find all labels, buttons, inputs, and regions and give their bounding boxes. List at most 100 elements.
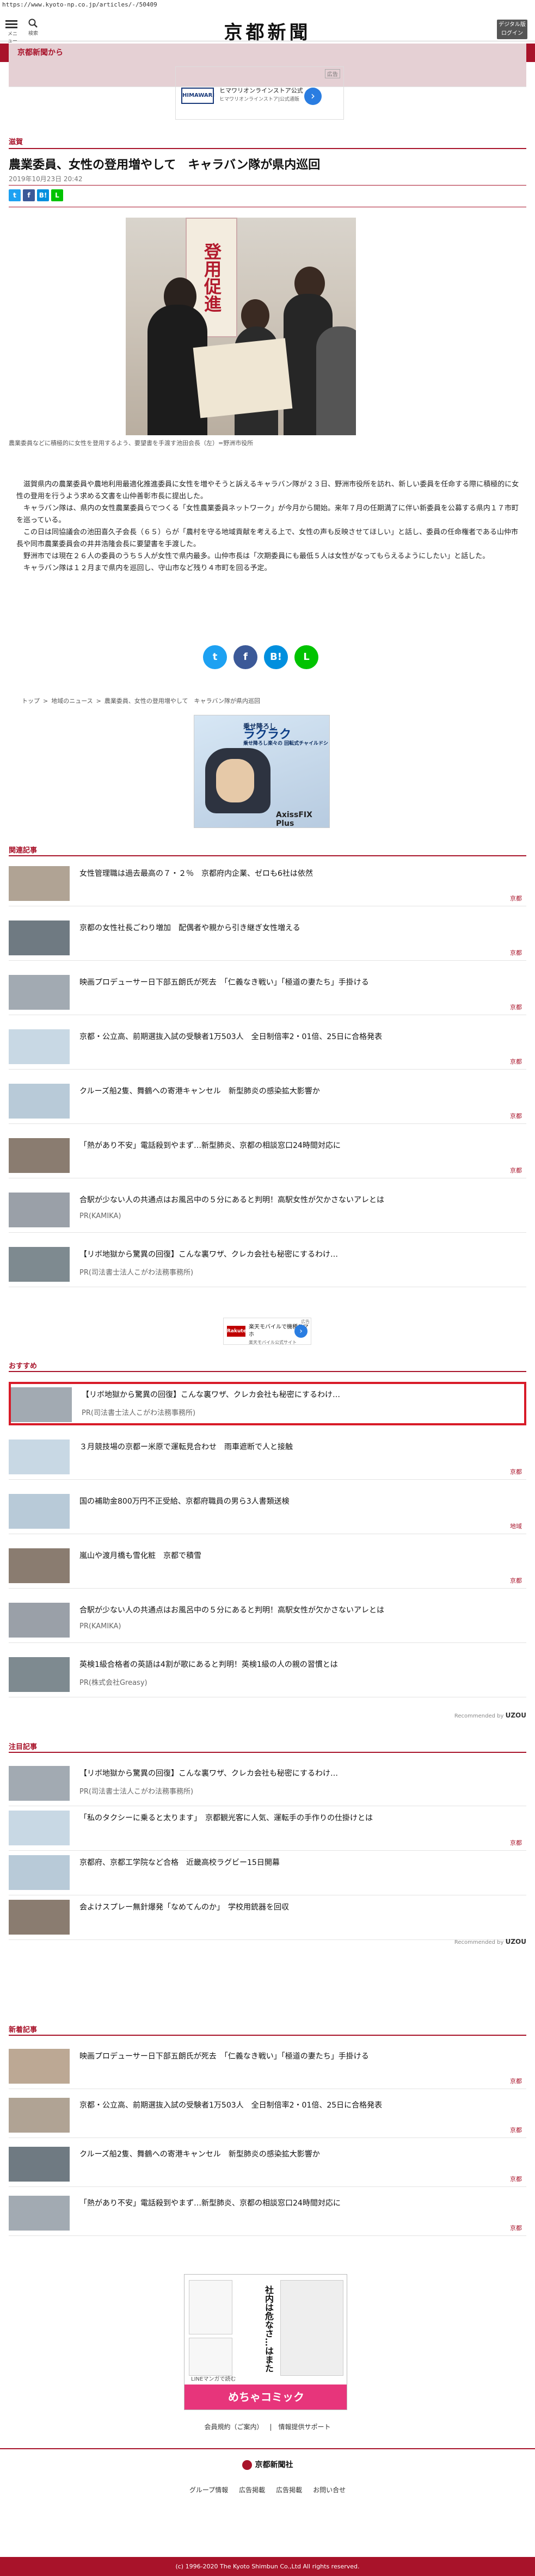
list-item[interactable]: 嵐山や渡月橋も雪化粧 京都で積雪京都	[9, 1545, 526, 1589]
thumbnail[interactable]	[9, 1900, 70, 1935]
item-title[interactable]: 「熱があり不安」電話殺到やまず…新型肺炎、京都の相談窓口24時間対応に	[79, 2198, 515, 2209]
region-tag[interactable]: 京都	[510, 1057, 522, 1066]
breadcrumb-item[interactable]: 地域のニュース	[51, 697, 93, 705]
bottom-link[interactable]: 会員規約（ご案内）	[204, 2422, 263, 2431]
thumbnail[interactable]	[9, 975, 70, 1010]
article-category[interactable]: 滋賀	[9, 136, 23, 146]
bottom-link[interactable]: 情報提供サポート	[279, 2422, 331, 2431]
list-item[interactable]: クルーズ船2隻、舞鶴への寄港キャンセル 新型肺炎の感染拡大影響か京都	[9, 1080, 526, 1124]
list-item[interactable]: 「熱があり不安」電話殺到やまず…新型肺炎、京都の相談窓口24時間対応に京都	[9, 2192, 526, 2236]
list-item[interactable]: 女性管理職は過去最高の７・２％ 京都府内企業、ゼロも6社は依然 京都	[9, 863, 526, 906]
thumbnail[interactable]	[9, 1138, 70, 1173]
twitter-icon[interactable]: t	[9, 189, 21, 201]
item-title[interactable]: 映画プロデューサー日下部五朗氏が死去 「仁義なき戦い」「極道の妻たち」手掛ける	[79, 977, 515, 988]
footer-link[interactable]: 広告掲載	[239, 2486, 265, 2494]
thumbnail[interactable]	[9, 1247, 70, 1282]
list-item[interactable]: 合駅が少ない人の共通点はお風呂中の５分にあると判明！高駅女性が欠かさないアレとは…	[9, 1599, 526, 1643]
region-tag[interactable]: 京都	[510, 948, 522, 957]
thumbnail[interactable]	[9, 1657, 70, 1692]
item-title[interactable]: 映画プロデューサー日下部五朗氏が死去 「仁義なき戦い」「極道の妻たち」手掛ける	[79, 2051, 515, 2062]
hatena-icon[interactable]: B!	[264, 645, 288, 669]
item-title[interactable]: 会よけスプレー無針爆発「なめてんのか」 学校用銃器を回収	[79, 1902, 515, 1913]
thumbnail[interactable]	[9, 921, 70, 955]
item-title[interactable]: 【リボ地獄から驚異の回復】こんな裏ワザ、クレカ会社も秘密にするわけ…	[79, 1249, 515, 1260]
item-title[interactable]: 国の補助金800万円不正受給、京都府職員の男ら3人書類送検	[79, 1496, 515, 1507]
list-item[interactable]: 京都・公立高、前期選抜入試の受験者1万503人 全日制倍率2・01倍、25日に合…	[9, 2095, 526, 2138]
thumbnail[interactable]	[9, 866, 70, 901]
ad-banner-bottom[interactable]: 社内は危なさ…はまた LINEマンガで読む めちゃコミック	[184, 2274, 347, 2410]
thumbnail[interactable]	[9, 1855, 70, 1890]
thumbnail[interactable]	[9, 1193, 70, 1227]
list-item[interactable]: 映画プロデューサー日下部五朗氏が死去 「仁義なき戦い」「極道の妻たち」手掛ける京…	[9, 2046, 526, 2089]
region-tag[interactable]: 京都	[510, 1576, 522, 1585]
list-item[interactable]: ３月競技場の京都ー米原で運転見合わせ 雨車遮断で人と接触京都	[9, 1436, 526, 1480]
line-icon[interactable]: L	[51, 189, 63, 201]
region-tag[interactable]: 京都	[510, 2175, 522, 2183]
item-title[interactable]: 「熱があり不安」電話殺到やまず…新型肺炎、京都の相談窓口24時間対応に	[79, 1140, 515, 1151]
ad-banner-mid[interactable]: 乗せ降ろし ラクラク 乗せ降ろし楽々の 回転式チャイルドシート AxissFIX…	[194, 715, 330, 828]
list-item[interactable]: 京都府、京都工学院など合格 近畿高校ラグビー15日開幕	[9, 1852, 526, 1895]
region-tag[interactable]: 京都	[510, 2077, 522, 2085]
item-title[interactable]: 京都・公立高、前期選抜入試の受験者1万503人 全日制倍率2・01倍、25日に合…	[79, 2100, 515, 2111]
line-icon[interactable]: L	[294, 645, 318, 669]
item-title[interactable]: 京都の女性社長ごわり増加 配偶者や親から引き継ぎ女性増える	[79, 923, 515, 934]
thumbnail[interactable]	[9, 1811, 70, 1845]
thumbnail[interactable]	[9, 1494, 70, 1529]
item-title[interactable]: 合駅が少ない人の共通点はお風呂中の５分にあると判明！高駅女性が欠かさないアレとは	[79, 1605, 515, 1616]
region-tag[interactable]: 京都	[510, 894, 522, 903]
thumbnail[interactable]	[9, 1084, 70, 1119]
thumbnail[interactable]	[9, 2196, 70, 2231]
region-tag[interactable]: 京都	[510, 1166, 522, 1175]
region-tag[interactable]: 京都	[510, 2126, 522, 2134]
list-item[interactable]: 京都・公立高、前期選抜入試の受験者1万503人 全日制倍率2・01倍、25日に合…	[9, 1026, 526, 1070]
region-tag[interactable]: 京都	[510, 1003, 522, 1011]
item-title[interactable]: 「私のタクシーに乗ると太ります」 京都観光客に人気、運転手の手作りの仕掛けとは	[79, 1813, 515, 1824]
list-item[interactable]: 会よけスプレー無針爆発「なめてんのか」 学校用銃器を回収	[9, 1897, 526, 1940]
list-item[interactable]: 「熱があり不安」電話殺到やまず…新型肺炎、京都の相談窓口24時間対応に京都	[9, 1135, 526, 1178]
ad-banner-top[interactable]: 広告 HIMAWARI ヒマワリオンラインストア公式 ヒマワリオンラインストア|…	[175, 66, 344, 120]
item-title[interactable]: 【リボ地獄から驚異の回復】こんな裏ワザ、クレカ会社も秘密にするわけ…	[82, 1389, 517, 1400]
footer-link[interactable]: グループ情報	[189, 2486, 228, 2494]
thumbnail[interactable]	[9, 1766, 70, 1801]
list-item[interactable]: 「私のタクシーに乗ると太ります」 京都観光客に人気、運転手の手作りの仕掛けとは京…	[9, 1807, 526, 1851]
item-title[interactable]: 【リボ地獄から驚異の回復】こんな裏ワザ、クレカ会社も秘密にするわけ…	[79, 1768, 515, 1779]
thumbnail[interactable]	[9, 1603, 70, 1638]
item-title[interactable]: 英検1級合格者の英語は4割が歌にあると判明！英検1級の人の親の習慣とは	[79, 1659, 515, 1670]
thumbnail[interactable]	[9, 1440, 70, 1474]
region-tag[interactable]: 京都	[510, 1838, 522, 1847]
list-item[interactable]: 京都の女性社長ごわり増加 配偶者や親から引き継ぎ女性増える京都	[9, 917, 526, 961]
list-item[interactable]: 英検1級合格者の英語は4割が歌にあると判明！英検1級の人の親の習慣とは PR(株式…	[9, 1654, 526, 1697]
list-item[interactable]: 国の補助金800万円不正受給、京都府職員の男ら3人書類送検地域	[9, 1491, 526, 1534]
list-item[interactable]: 【リボ地獄から驚異の回復】こんな裏ワザ、クレカ会社も秘密にするわけ… PR(司法書…	[9, 1382, 526, 1425]
footer-link[interactable]: 広告掲載	[276, 2486, 302, 2494]
item-title[interactable]: 京都府、京都工学院など合格 近畿高校ラグビー15日開幕	[79, 1857, 515, 1868]
region-tag[interactable]: 京都	[510, 1111, 522, 1120]
twitter-icon[interactable]: t	[203, 645, 227, 669]
item-title[interactable]: 京都・公立高、前期選抜入試の受験者1万503人 全日制倍率2・01倍、25日に合…	[79, 1031, 515, 1042]
footer-logo[interactable]: 京都新聞社	[0, 2459, 535, 2470]
breadcrumb-item[interactable]: 農業委員、女性の登用増やして キャラバン隊が県内巡回	[104, 697, 260, 705]
hatena-icon[interactable]: B!	[37, 189, 49, 201]
item-title[interactable]: 嵐山や渡月橋も雪化粧 京都で積雪	[79, 1550, 515, 1561]
list-item[interactable]: 映画プロデューサー日下部五朗氏が死去 「仁義なき戦い」「極道の妻たち」手掛ける京…	[9, 972, 526, 1015]
footer-link[interactable]: お問い合せ	[313, 2486, 346, 2494]
list-item[interactable]: 合駅が少ない人の共通点はお風呂中の５分にあると判明！高駅女性が欠かさないアレとは…	[9, 1189, 526, 1233]
chevron-right-icon[interactable]: ›	[294, 1325, 308, 1338]
item-title[interactable]: ３月競技場の京都ー米原で運転見合わせ 雨車遮断で人と接触	[79, 1442, 515, 1453]
ad-banner-small[interactable]: 広告 Rakuten 楽天モバイルで機種スマホ 楽天モバイル公式サイト ›	[223, 1318, 311, 1345]
thumbnail[interactable]	[9, 1029, 70, 1064]
thumbnail[interactable]	[11, 1387, 72, 1422]
item-title[interactable]: クルーズ船2隻、舞鶴への寄港キャンセル 新型肺炎の感染拡大影響か	[79, 2149, 515, 2160]
thumbnail[interactable]	[9, 2147, 70, 2182]
article-photo[interactable]: 登用促進	[126, 218, 356, 435]
thumbnail[interactable]	[9, 1548, 70, 1583]
list-item[interactable]: 【リボ地獄から驚異の回復】こんな裏ワザ、クレカ会社も秘密にするわけ… PR(司法書…	[9, 1763, 526, 1806]
site-logo[interactable]: 京都新聞	[0, 17, 535, 44]
region-tag[interactable]: 京都	[510, 1467, 522, 1476]
breadcrumb-item[interactable]: トップ	[22, 697, 40, 705]
chevron-right-icon[interactable]: ›	[304, 88, 322, 105]
region-tag[interactable]: 京都	[510, 2223, 522, 2232]
item-title[interactable]: クルーズ船2隻、舞鶴への寄港キャンセル 新型肺炎の感染拡大影響か	[79, 1086, 515, 1097]
thumbnail[interactable]	[9, 2049, 70, 2084]
region-tag[interactable]: 地域	[510, 1522, 522, 1530]
